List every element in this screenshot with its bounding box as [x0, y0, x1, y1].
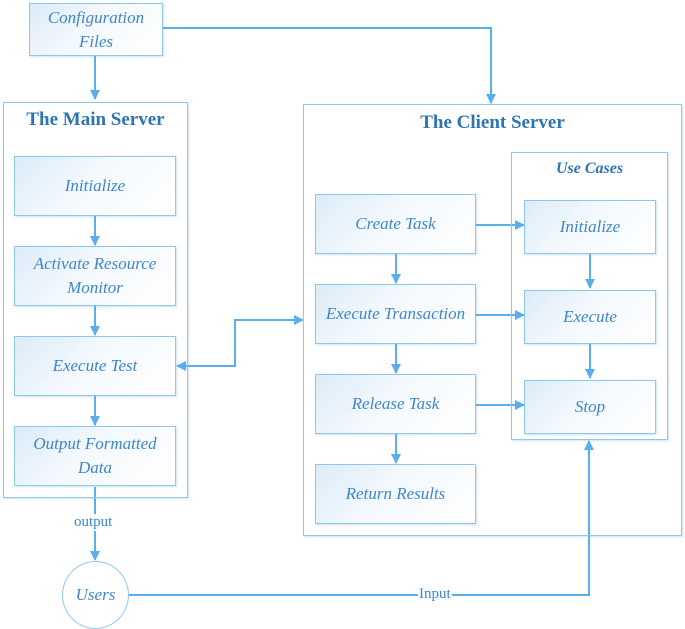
step-label: Create Task	[355, 214, 436, 233]
users-label: Users	[75, 585, 116, 604]
client-step-release-task: Release Task	[315, 374, 476, 434]
output-edge-label: output	[73, 514, 114, 531]
main-step-execute-test: Execute Test	[14, 336, 176, 396]
step-label: Initialize	[64, 176, 126, 195]
use-cases-title: Use Cases	[555, 160, 624, 177]
step-label: Execute	[563, 307, 617, 326]
input-edge-label: Input	[418, 586, 452, 603]
client-step-create-task: Create Task	[315, 194, 476, 254]
config-files-node: Configuration Files	[29, 3, 163, 56]
usecase-stop: Stop	[524, 380, 656, 434]
client-step-return-results: Return Results	[315, 464, 476, 524]
client-server-title: The Client Server	[420, 112, 565, 133]
main-step-initialize: Initialize	[14, 156, 176, 216]
arrow-config-to-client	[163, 27, 496, 104]
step-label: Execute Test	[52, 356, 138, 375]
step-label: Output Formatted Data	[33, 434, 157, 477]
step-label: Activate Resource Monitor	[33, 254, 157, 297]
main-step-activate-resource-monitor: Activate Resource Monitor	[14, 246, 176, 306]
config-files-label: Configuration Files	[47, 7, 145, 51]
client-step-execute-transaction: Execute Transaction	[315, 284, 476, 344]
step-label: Stop	[574, 397, 606, 416]
main-step-output-formatted-data: Output Formatted Data	[14, 426, 176, 486]
usecase-execute: Execute	[524, 290, 656, 344]
users-node: Users	[62, 561, 129, 629]
step-label: Execute Transaction	[325, 304, 466, 323]
step-label: Release Task	[351, 394, 440, 413]
main-server-title: The Main Server	[26, 109, 165, 130]
usecase-initialize: Initialize	[524, 200, 656, 254]
arrow-exec-test-transaction	[176, 315, 304, 371]
step-label: Initialize	[559, 217, 621, 236]
step-label: Return Results	[345, 484, 446, 503]
